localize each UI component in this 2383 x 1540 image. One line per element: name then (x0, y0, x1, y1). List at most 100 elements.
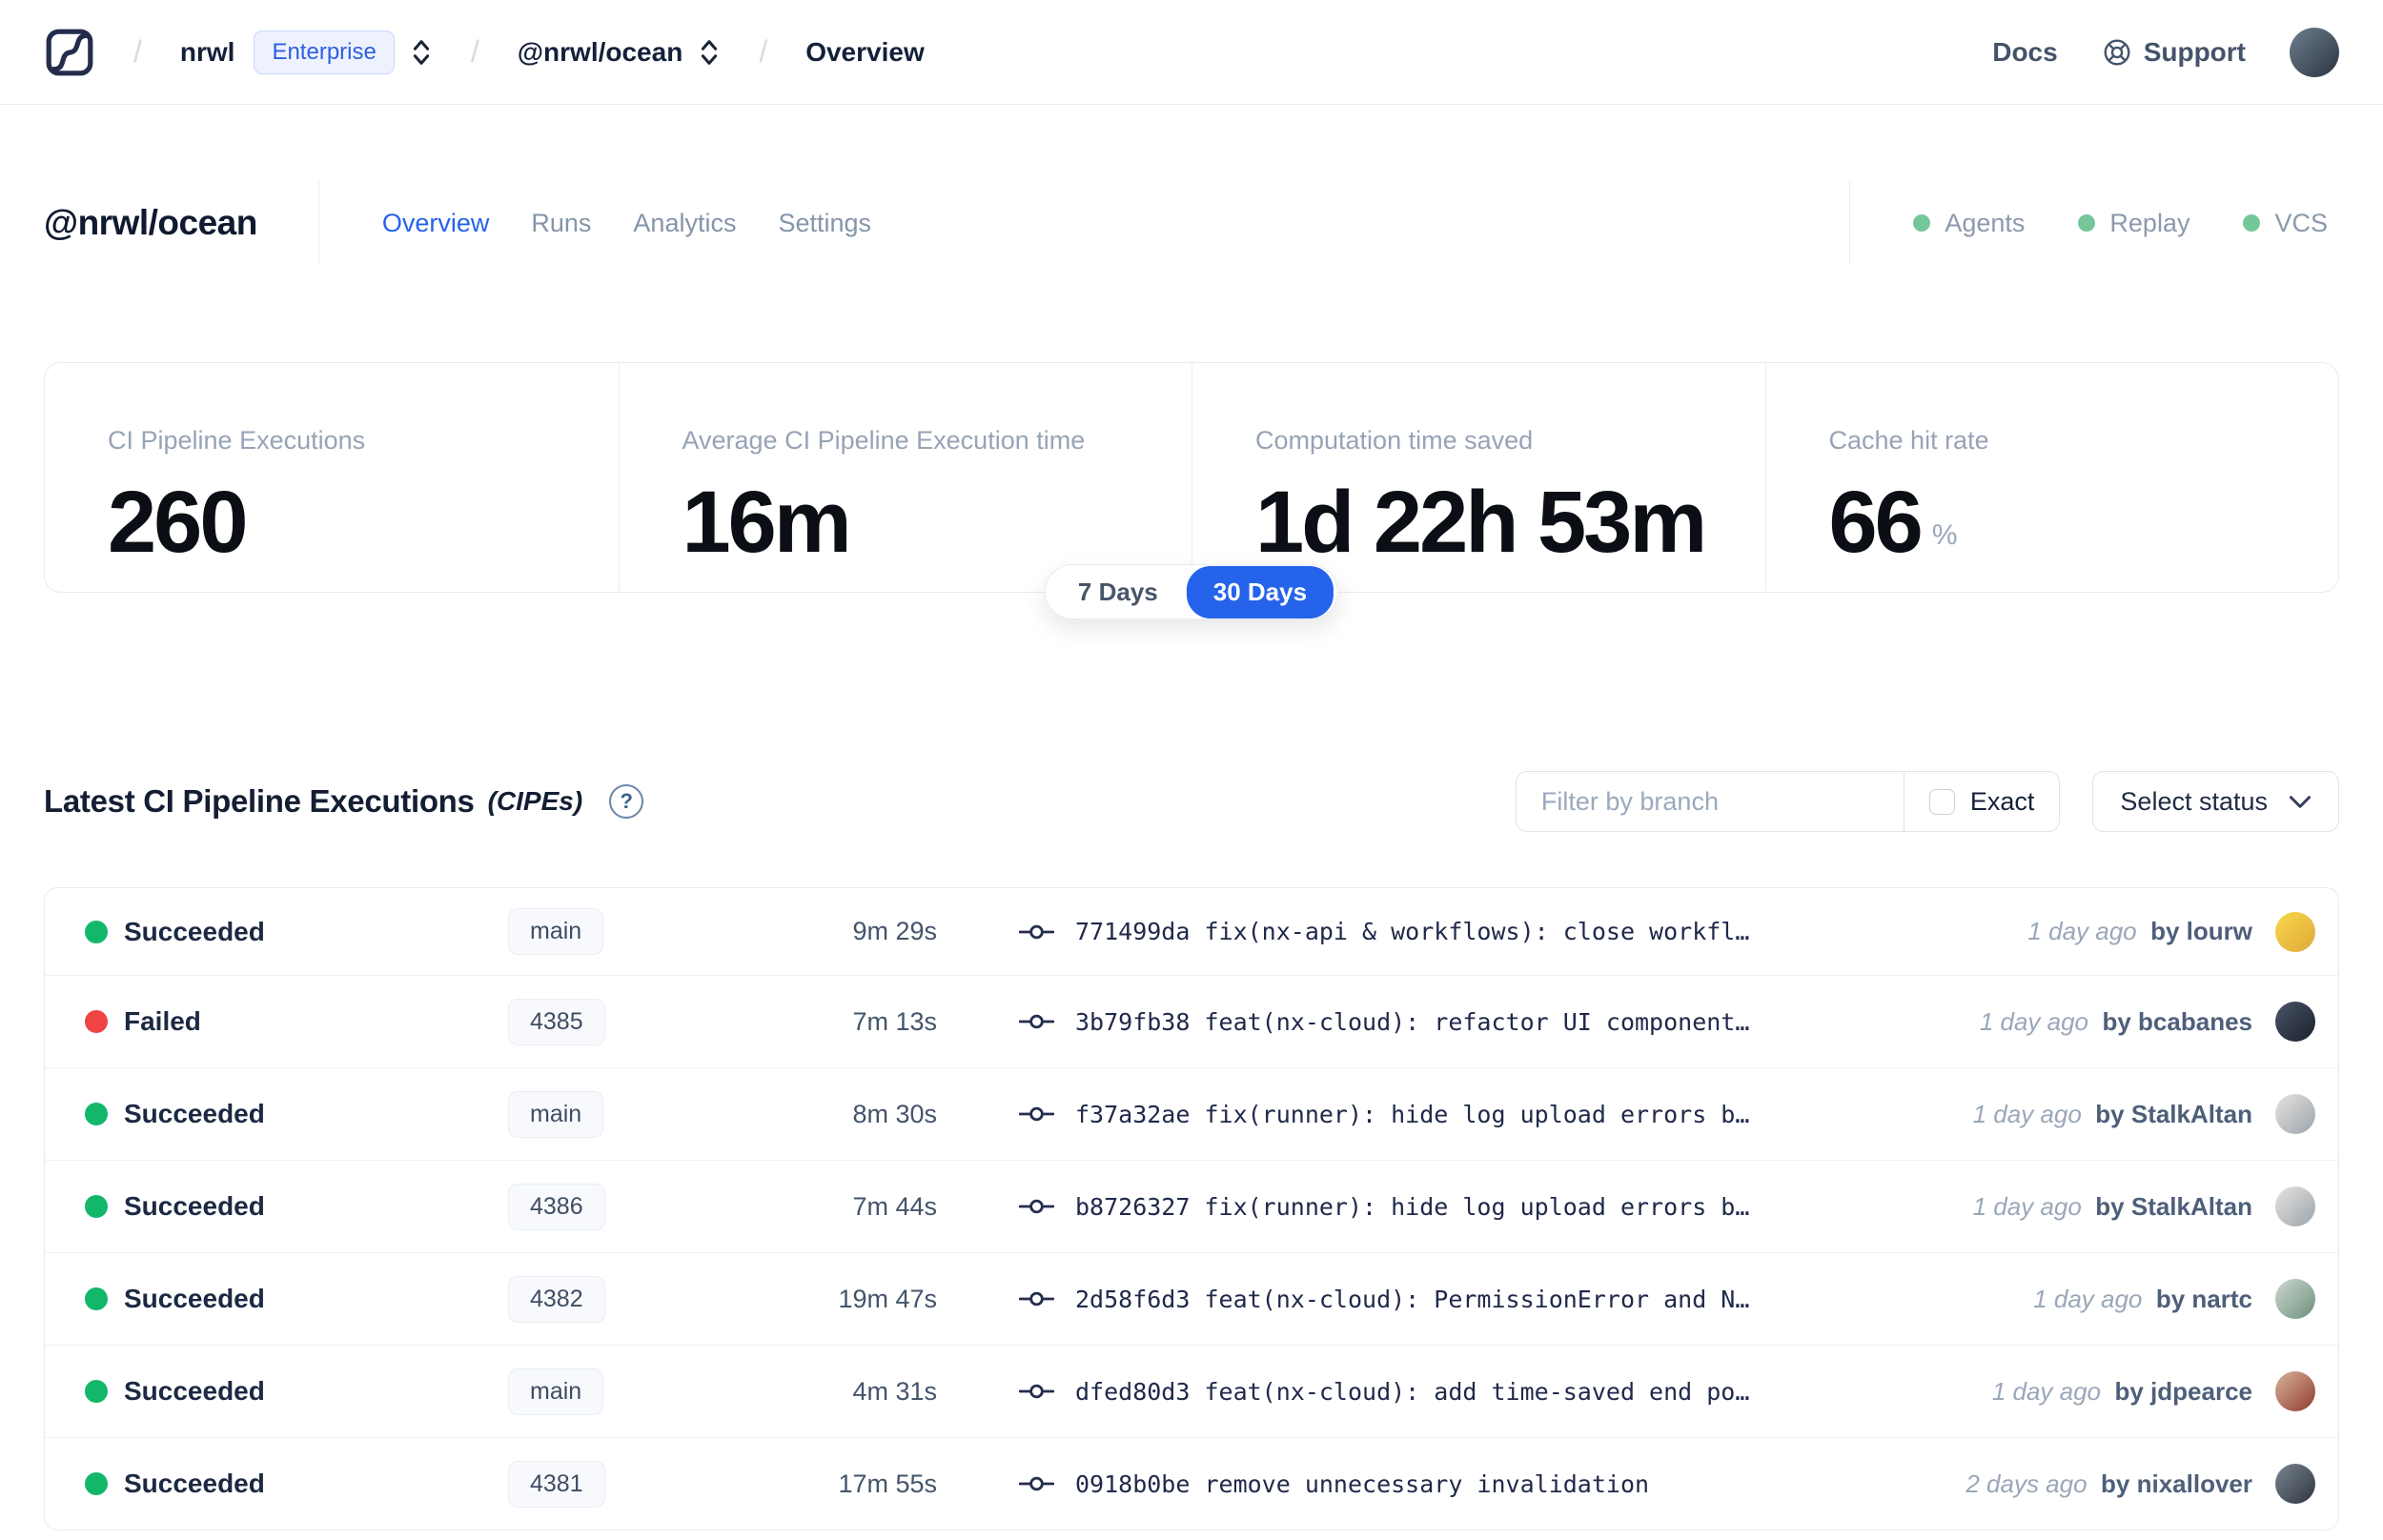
row-meta: 1 day ago by jdpearce (1992, 1377, 2252, 1407)
stat-value-number: 66 (1828, 474, 1924, 571)
toggle-option-30-days[interactable]: 30 Days (1186, 565, 1334, 618)
table-row[interactable]: Failed 4385 7m 13s 3b79fb38 feat(nx-clou… (45, 975, 2338, 1067)
author: by nartc (2155, 1284, 2252, 1313)
badge-replay[interactable]: Replay (2078, 209, 2190, 238)
status-dot-icon (85, 1195, 108, 1218)
tab-runs[interactable]: Runs (531, 209, 591, 238)
table-row[interactable]: Succeeded 4382 19m 47s 2d58f6d3 feat(nx-… (45, 1252, 2338, 1345)
branch-pill[interactable]: 4385 (508, 998, 605, 1045)
exact-match-control: Exact (1904, 772, 2060, 831)
row-meta: 1 day ago by bcabanes (1980, 1007, 2252, 1037)
commit-text: 2d58f6d3 feat(nx-cloud): PermissionError… (1075, 1285, 1750, 1313)
tab-settings[interactable]: Settings (778, 209, 871, 238)
stats-strip: CI Pipeline Executions 260 Average CI Pi… (44, 362, 2339, 619)
author-avatar[interactable] (2275, 911, 2315, 952)
duration: 8m 30s (852, 1099, 937, 1128)
time-ago: 1 day ago (1972, 1099, 2082, 1128)
status-label: Succeeded (124, 1191, 265, 1221)
breadcrumb-page: Overview (805, 36, 925, 67)
row-meta: 1 day ago by nartc (2033, 1285, 2252, 1314)
badge-vcs-label: VCS (2274, 208, 2328, 237)
status-select[interactable]: Select status (2092, 771, 2339, 832)
commit-cell[interactable]: b8726327 fix(runner): hide log upload er… (1019, 1193, 1973, 1221)
duration: 19m 47s (838, 1284, 937, 1313)
table-row[interactable]: Succeeded main 8m 30s f37a32ae fix(runne… (45, 1067, 2338, 1160)
support-label: Support (2143, 36, 2246, 67)
branch-pill[interactable]: main (508, 1090, 604, 1138)
org-switcher-chevrons-icon[interactable] (410, 36, 433, 69)
commit-text: dfed80d3 feat(nx-cloud): add time-saved … (1075, 1377, 1750, 1406)
branch-column: 4386 (508, 1183, 784, 1230)
status-dot-icon (85, 1103, 108, 1125)
status-label: Succeeded (124, 1284, 265, 1313)
commit-text: b8726327 fix(runner): hide log upload er… (1075, 1192, 1750, 1221)
status-label: Failed (124, 1006, 201, 1036)
badge-vcs[interactable]: VCS (2243, 209, 2328, 238)
git-commit-icon (1019, 1476, 1054, 1491)
git-commit-icon (1019, 924, 1054, 939)
status-label: Succeeded (124, 1376, 265, 1406)
author-avatar[interactable] (2275, 1464, 2315, 1504)
author-avatar[interactable] (2275, 1094, 2315, 1134)
branch-pill[interactable]: 4386 (508, 1183, 605, 1230)
author-avatar[interactable] (2275, 1371, 2315, 1411)
green-dot-icon (2243, 214, 2261, 232)
stat-ci-pipeline-executions: CI Pipeline Executions 260 (45, 363, 619, 592)
green-dot-icon (1913, 214, 1931, 232)
table-row[interactable]: Succeeded 4386 7m 44s b8726327 fix(runne… (45, 1160, 2338, 1252)
author-avatar[interactable] (2275, 1186, 2315, 1226)
executions-header: Latest CI Pipeline Executions (CIPEs) ? … (44, 771, 2339, 832)
table-row[interactable]: Succeeded main 9m 29s 771499da fix(nx-ap… (45, 888, 2338, 975)
time-ago: 1 day ago (1979, 1006, 2089, 1036)
workspace-tabs: Overview Runs Analytics Settings (382, 209, 871, 238)
branch-pill[interactable]: main (508, 908, 604, 955)
author: by bcabanes (2102, 1006, 2252, 1036)
branch-pill[interactable]: main (508, 1368, 604, 1415)
branch-column: 4385 (508, 998, 784, 1045)
table-row[interactable]: Succeeded 4381 17m 55s 0918b0be remove u… (45, 1437, 2338, 1530)
author-avatar[interactable] (2275, 1002, 2315, 1042)
tab-overview[interactable]: Overview (382, 209, 490, 238)
stat-label: Average CI Pipeline Execution time (682, 426, 1086, 455)
status-label: Succeeded (124, 916, 265, 946)
workspace-switcher-chevrons-icon[interactable] (698, 36, 721, 69)
user-avatar[interactable] (2290, 27, 2339, 77)
tab-analytics[interactable]: Analytics (633, 209, 736, 238)
cipe-table: Succeeded main 9m 29s 771499da fix(nx-ap… (44, 887, 2339, 1530)
row-meta: 1 day ago by StalkAltan (1973, 1192, 2252, 1222)
breadcrumb-workspace[interactable]: @nrwl/ocean (518, 37, 683, 68)
breadcrumb-separator: / (759, 34, 768, 69)
commit-cell[interactable]: 771499da fix(nx-api & workflows): close … (1019, 918, 2027, 945)
green-dot-icon (2078, 214, 2096, 232)
divider (1849, 181, 1851, 265)
commit-cell[interactable]: 2d58f6d3 feat(nx-cloud): PermissionError… (1019, 1286, 2033, 1313)
branch-pill[interactable]: 4382 (508, 1275, 605, 1323)
time-ago: 1 day ago (2033, 1284, 2143, 1313)
row-meta: 2 days ago by nixallover (1965, 1469, 2252, 1499)
nx-cloud-logo-icon[interactable] (44, 27, 95, 78)
divider (317, 181, 319, 265)
branch-pill[interactable]: 4381 (508, 1460, 605, 1508)
help-icon[interactable]: ? (609, 784, 644, 819)
stat-computation-time-saved: Computation time saved 1d 22h 53m (1192, 363, 1765, 592)
commit-cell[interactable]: 0918b0be remove unnecessary invalidation (1019, 1470, 1965, 1498)
commit-cell[interactable]: 3b79fb38 feat(nx-cloud): refactor UI com… (1019, 1008, 1980, 1036)
docs-link[interactable]: Docs (1992, 37, 2057, 68)
badge-replay-label: Replay (2109, 208, 2190, 237)
branch-column: 4381 (508, 1460, 784, 1508)
breadcrumb-separator: / (470, 34, 479, 69)
exact-label: Exact (1969, 786, 2035, 816)
commit-cell[interactable]: dfed80d3 feat(nx-cloud): add time-saved … (1019, 1378, 1992, 1406)
badge-agents[interactable]: Agents (1913, 209, 2025, 238)
toggle-option-7-days[interactable]: 7 Days (1049, 578, 1187, 607)
support-link[interactable]: Support (2102, 37, 2246, 68)
exact-checkbox[interactable] (1928, 788, 1955, 815)
table-row[interactable]: Succeeded main 4m 31s dfed80d3 feat(nx-c… (45, 1345, 2338, 1437)
status-select-label: Select status (2120, 786, 2268, 816)
branch-filter-input[interactable] (1516, 772, 1904, 831)
duration: 9m 29s (852, 917, 937, 945)
commit-cell[interactable]: f37a32ae fix(runner): hide log upload er… (1019, 1101, 1973, 1128)
breadcrumb-org[interactable]: nrwl (180, 37, 235, 68)
author-avatar[interactable] (2275, 1279, 2315, 1319)
time-ago: 1 day ago (1991, 1376, 2102, 1406)
